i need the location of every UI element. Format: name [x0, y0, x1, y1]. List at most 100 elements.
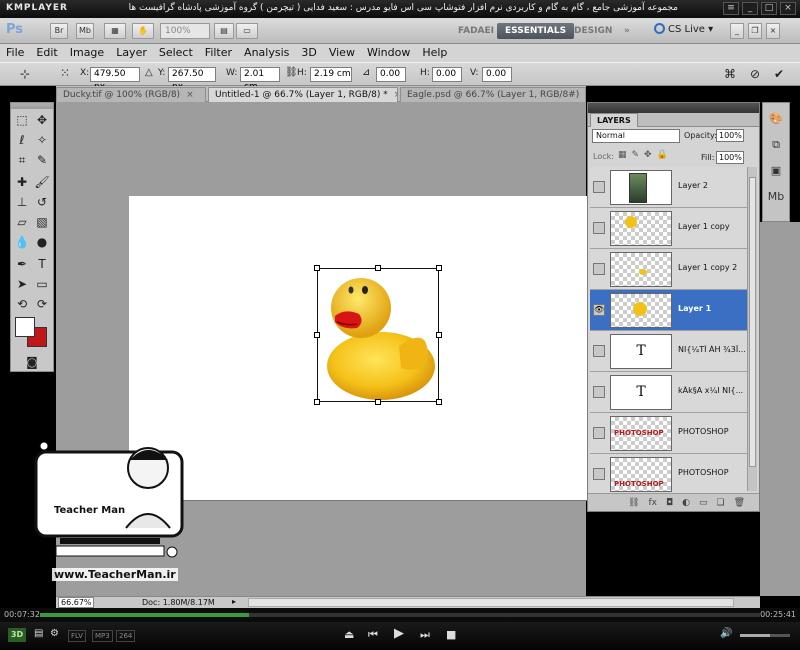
playlist-icon[interactable]: ▤ — [34, 628, 43, 639]
quick-mask-icon[interactable]: ◙ — [23, 353, 41, 371]
view-extras-icon[interactable]: ▦ — [104, 23, 126, 39]
brush-tool-icon[interactable]: 🖌 — [33, 173, 51, 191]
commit-transform-icon[interactable]: ✔ — [774, 67, 784, 81]
add-mask-icon[interactable]: ◘ — [666, 498, 673, 508]
player-minimize-icon[interactable]: _ — [742, 2, 758, 15]
layer-name[interactable]: kÂk§A x¼I NI{... — [678, 386, 748, 395]
transform-handle[interactable] — [436, 332, 442, 338]
transform-handle[interactable] — [314, 332, 320, 338]
visibility-toggle[interactable] — [593, 345, 605, 357]
tab-eagle[interactable]: Eagle.psd @ 66.7% (Layer 1, RGB/8#) × — [400, 87, 586, 102]
delete-layer-icon[interactable]: 🗑 — [734, 498, 745, 508]
eyedropper-tool-icon[interactable]: ✎ — [33, 151, 51, 169]
layer-row[interactable]: Layer 1 copy — [590, 208, 748, 249]
vertical-skew-field[interactable]: 0.00 — [482, 67, 512, 82]
gradient-tool-icon[interactable]: ▧ — [33, 213, 51, 231]
play-icon[interactable]: ▶ — [394, 626, 404, 641]
foreground-color-swatch[interactable] — [15, 317, 35, 337]
y-position-field[interactable]: 267.50 px — [168, 67, 216, 92]
menu-window[interactable]: Window — [361, 44, 416, 62]
mini-bridge-icon[interactable]: Mb — [76, 23, 94, 39]
stop-icon[interactable]: ■ — [446, 628, 456, 641]
seek-bar[interactable] — [40, 613, 760, 617]
bridge-icon[interactable]: Br — [50, 23, 68, 39]
layers-scrollbar[interactable] — [747, 167, 757, 491]
status-zoom-field[interactable]: 66.67% — [58, 597, 94, 608]
x-position-field[interactable]: 479.50 px — [90, 67, 140, 92]
blend-mode-select[interactable]: Normal — [592, 129, 680, 143]
visibility-toggle-eye-icon[interactable]: 👁 — [593, 304, 605, 316]
history-brush-tool-icon[interactable]: ↺ — [33, 193, 51, 211]
link-layers-icon[interactable]: ⛓ — [628, 498, 639, 508]
opacity-field[interactable]: 100% — [716, 129, 744, 142]
player-menu-icon[interactable]: ≡ — [723, 2, 739, 15]
warp-mode-icon[interactable]: ⌘ — [724, 67, 736, 81]
crop-tool-icon[interactable]: ⌗ — [13, 151, 31, 169]
volume-icon[interactable]: 🔊 — [720, 628, 732, 639]
reference-point-icon[interactable]: ⁙ — [60, 66, 70, 80]
3d-rotate-tool-icon[interactable]: ⟲ — [13, 295, 31, 313]
visibility-toggle[interactable] — [593, 222, 605, 234]
layer-row[interactable]: T NI{¼TÎ ÁH ¾3Ï... — [590, 331, 748, 372]
path-selection-tool-icon[interactable]: ➤ — [13, 275, 31, 293]
layer-name[interactable]: NI{¼TÎ ÁH ¾3Ï... — [678, 345, 748, 354]
app-close-icon[interactable]: × — [766, 23, 780, 39]
adjustments-panel-icon[interactable]: ⧉ — [766, 135, 786, 155]
tab-untitled-1[interactable]: Untitled-1 @ 66.7% (Layer 1, RGB/8) * × — [208, 87, 398, 102]
transform-handle[interactable] — [436, 265, 442, 271]
transform-bounding-box[interactable] — [317, 268, 439, 402]
volume-slider[interactable] — [740, 634, 790, 637]
cancel-transform-icon[interactable]: ⊘ — [750, 67, 760, 81]
next-icon[interactable]: ⏭ — [420, 628, 430, 642]
tool-preset-icon[interactable]: ⊹ — [20, 67, 30, 81]
mini-bridge-panel-icon[interactable]: Mb — [766, 187, 786, 207]
height-field[interactable]: 2.19 cm — [310, 67, 352, 82]
3d-orbit-tool-icon[interactable]: ⟳ — [33, 295, 51, 313]
transform-handle[interactable] — [375, 265, 381, 271]
healing-brush-tool-icon[interactable]: ✚ — [13, 173, 31, 191]
tab-ducky[interactable]: Ducky.tif @ 100% (RGB/8) × — [56, 87, 206, 102]
cs-live-menu[interactable]: CS Live ▾ — [654, 23, 713, 35]
transform-handle[interactable] — [314, 399, 320, 405]
app-restore-icon[interactable]: ❐ — [748, 23, 762, 39]
transform-handle[interactable] — [314, 265, 320, 271]
menu-image[interactable]: Image — [64, 44, 110, 62]
transform-handle[interactable] — [375, 399, 381, 405]
menu-3d[interactable]: 3D — [295, 44, 322, 62]
color-swatches[interactable] — [15, 313, 51, 347]
eraser-tool-icon[interactable]: ▱ — [13, 213, 31, 231]
adjustment-layer-icon[interactable]: ◐ — [682, 498, 690, 508]
menu-analysis[interactable]: Analysis — [238, 44, 295, 62]
layer-row[interactable]: Layer 2 — [590, 167, 748, 208]
type-tool-icon[interactable]: T — [33, 255, 51, 273]
layer-name[interactable]: Layer 1 — [678, 304, 748, 313]
close-tab-icon[interactable]: × — [394, 88, 397, 102]
menu-help[interactable]: Help — [416, 44, 453, 62]
horizontal-skew-field[interactable]: 0.00 — [432, 67, 462, 82]
teacherman-url[interactable]: www.TeacherMan.ir — [52, 568, 178, 581]
menu-edit[interactable]: Edit — [30, 44, 63, 62]
new-layer-icon[interactable]: ❏ — [716, 498, 724, 508]
menu-layer[interactable]: Layer — [110, 44, 153, 62]
visibility-toggle[interactable] — [593, 181, 605, 193]
layer-name[interactable]: Layer 1 copy — [678, 222, 748, 231]
workspace-fadaei[interactable]: FADAEI — [450, 23, 502, 39]
visibility-toggle[interactable] — [593, 468, 605, 480]
layers-scroll-thumb[interactable] — [749, 177, 756, 467]
layer-row[interactable]: PHOTOSHOP PHOTOSHOP — [590, 454, 748, 495]
app-minimize-icon[interactable]: _ — [730, 23, 744, 39]
player-maximize-icon[interactable]: □ — [761, 2, 777, 15]
visibility-toggle[interactable] — [593, 427, 605, 439]
layer-row-selected[interactable]: 👁 Layer 1 — [590, 290, 748, 331]
zoom-level-select[interactable]: 100% — [160, 23, 210, 39]
close-tab-icon[interactable]: × — [186, 88, 194, 102]
layer-name[interactable]: PHOTOSHOP — [678, 468, 748, 477]
layer-row[interactable]: T kÂk§A x¼I NI{... — [590, 372, 748, 413]
close-tab-icon[interactable]: × — [585, 88, 586, 102]
quick-selection-tool-icon[interactable]: ✧ — [33, 131, 51, 149]
color-panel-icon[interactable]: 🎨 — [766, 109, 786, 129]
eject-icon[interactable]: ⏏ — [344, 628, 354, 641]
link-proportions-icon[interactable]: ⛓ — [285, 67, 298, 78]
lock-icons[interactable]: ▦✎✥🔒 — [618, 150, 673, 160]
settings-icon[interactable]: ⚙ — [50, 628, 59, 639]
